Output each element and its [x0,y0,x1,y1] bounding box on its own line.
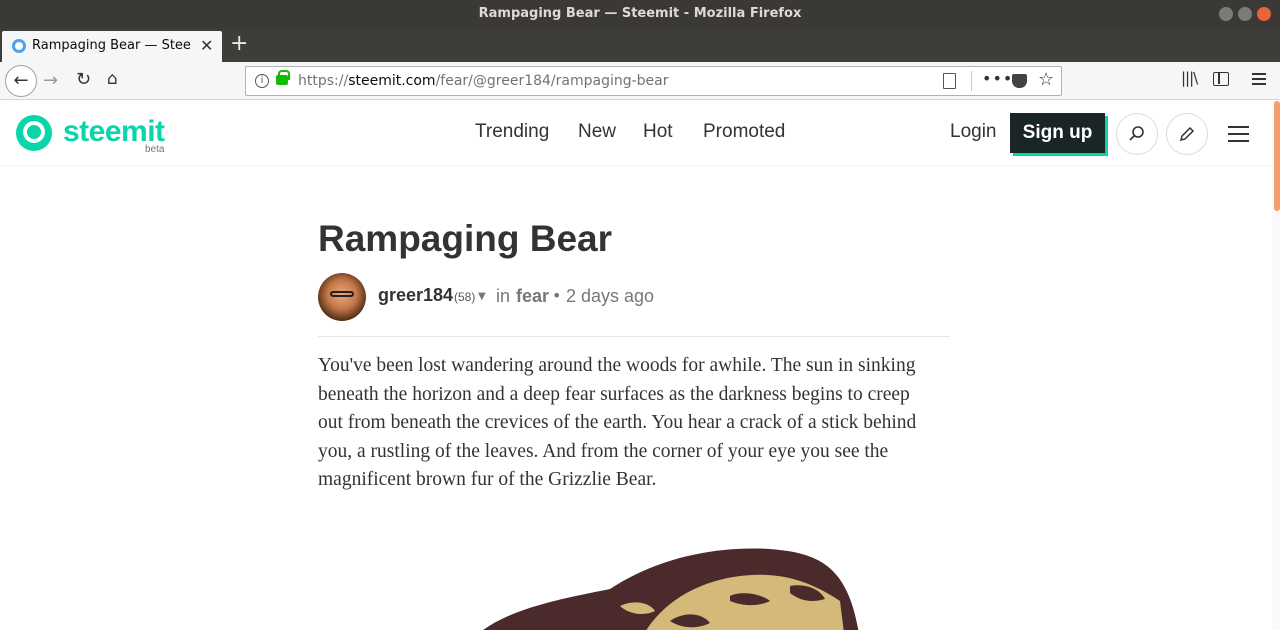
pencil-icon[interactable] [1166,113,1208,155]
url-text[interactable]: https://steemit.com/fear/@greer184/rampa… [298,73,669,89]
forward-button[interactable]: → [43,70,58,91]
tab-close-icon[interactable]: ✕ [200,36,213,55]
post-category[interactable]: fear [516,286,549,307]
scrollbar-thumb[interactable] [1274,101,1280,211]
page-scrollbar[interactable] [1272,101,1280,630]
avatar[interactable] [318,273,366,321]
logo-beta-badge: beta [145,144,165,155]
minimize-button[interactable] [1219,7,1233,21]
info-icon[interactable]: i [255,74,269,88]
home-button[interactable]: ⌂ [107,69,118,89]
steemit-logo-icon[interactable] [16,115,52,151]
pocket-icon[interactable] [1012,74,1027,88]
hamburger-menu-icon[interactable] [1228,126,1249,147]
bookmark-star-icon[interactable]: ☆ [1038,69,1054,90]
bear-image [483,548,859,630]
post-time: 2 days ago [566,286,655,306]
window-titlebar: Rampaging Bear — Steemit - Mozilla Firef… [0,0,1280,28]
login-link[interactable]: Login [950,121,997,143]
post-body: You've been lost wandering around the wo… [318,355,917,490]
lock-icon [276,70,290,85]
url-host: steemit.com [348,73,436,89]
url-separator [971,71,972,91]
app-menu-icon[interactable] [1252,73,1266,88]
divider [318,336,950,337]
post-title: Rampaging Bear [318,218,613,259]
back-button[interactable]: ← [5,65,37,97]
page-content: steemit beta Trending New Hot Promoted L… [0,101,1280,630]
search-icon[interactable] [1116,113,1158,155]
maximize-button[interactable] [1238,7,1252,21]
tab-strip: Rampaging Bear — Steemit ✕ + [0,28,1280,62]
library-icon[interactable]: |||\ [1181,69,1198,87]
avatar-glasses [330,291,354,297]
sidebar-icon[interactable] [1213,72,1229,86]
url-bar[interactable]: i https://steemit.com/fear/@greer184/ram… [245,66,1062,96]
page-actions-icon[interactable]: ••• [982,69,1013,88]
new-tab-button[interactable]: + [230,30,248,58]
nav-new[interactable]: New [578,121,616,143]
url-scheme: https:// [298,73,349,89]
signup-button[interactable]: Sign up [1010,113,1105,153]
tab-active[interactable]: Rampaging Bear — Steemit ✕ [2,31,222,62]
nav-toolbar: ← → ↻ ⌂ i https://steemit.com/fear/@gree… [0,62,1280,100]
close-window-button[interactable] [1257,7,1271,21]
nav-hot[interactable]: Hot [643,121,673,143]
url-path: /fear/@greer184/rampaging-bear [435,73,669,89]
meta-in-label: in [496,286,511,306]
steemit-favicon-icon [12,39,26,53]
reload-button[interactable]: ↻ [76,69,91,90]
author-name[interactable]: greer184 [378,285,453,306]
tab-title: Rampaging Bear — Steemit [32,38,192,53]
meta-separator: • [552,286,562,305]
nav-trending[interactable]: Trending [475,121,549,143]
author-dropdown-caret-icon[interactable]: ▼ [478,291,486,302]
window-title: Rampaging Bear — Steemit - Mozilla Firef… [478,6,802,21]
author-reputation: (58) [454,290,476,304]
reader-view-icon[interactable] [943,73,956,89]
site-header: steemit beta Trending New Hot Promoted L… [0,101,1272,165]
nav-promoted[interactable]: Promoted [703,121,785,143]
